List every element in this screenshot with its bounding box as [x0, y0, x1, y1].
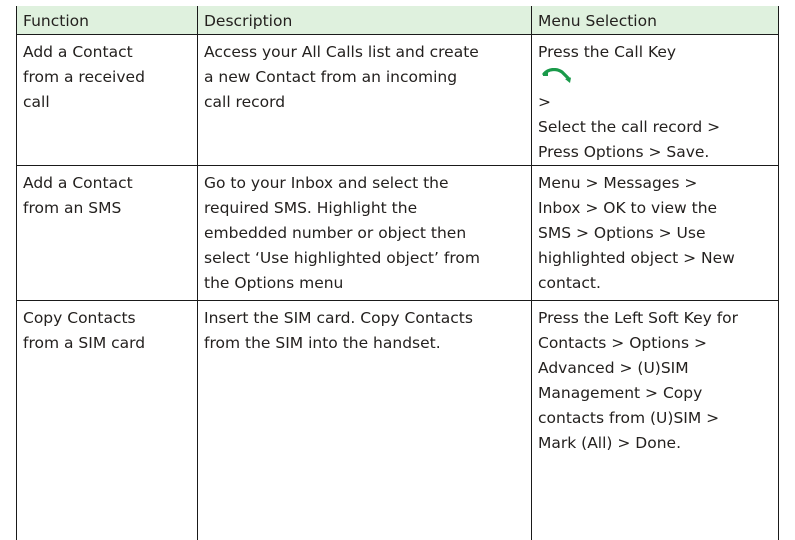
table-row: Add a Contact from a received call Acces… [17, 35, 779, 166]
cell-line: from a SIM card [23, 331, 191, 356]
header-row: Function Description Menu Selection [17, 6, 779, 35]
cell-line: from the SIM into the handset. [204, 331, 525, 356]
cell-line: Add a Contact [23, 40, 191, 65]
cell-line: call record [204, 90, 525, 115]
function-cell: Copy Contacts from a SIM card [17, 301, 198, 540]
cell-line: Copy Contacts [23, 306, 191, 331]
menu-selection-cell: Press the Call Key > Select the call reco… [532, 35, 779, 166]
cell-line: SMS > Options > Use [538, 221, 772, 246]
cell-line: Mark (All) > Done. [538, 431, 772, 456]
description-cell: Go to your Inbox and select the required… [198, 166, 532, 301]
cell-line: Management > Copy [538, 381, 772, 406]
cell-line: Menu > Messages > [538, 171, 772, 196]
menu-selection-cell: Menu > Messages > Inbox > OK to view the… [532, 166, 779, 301]
function-cell: Add a Contact from an SMS [17, 166, 198, 301]
cell-text: > [538, 90, 772, 115]
header-function: Function [17, 6, 198, 35]
cell-line: call [23, 90, 191, 115]
feature-table: Function Description Menu Selection Add … [16, 6, 779, 540]
cell-line: from an SMS [23, 196, 191, 221]
cell-line: Go to your Inbox and select the [204, 171, 525, 196]
cell-line: highlighted object > New [538, 246, 772, 271]
cell-line: Press Options > Save. [538, 140, 772, 165]
cell-line: Add a Contact [23, 171, 191, 196]
description-cell: Insert the SIM card. Copy Contacts from … [198, 301, 532, 540]
table-row: Add a Contact from an SMS Go to your Inb… [17, 166, 779, 301]
function-cell: Add a Contact from a received call [17, 35, 198, 166]
cell-line: Insert the SIM card. Copy Contacts [204, 306, 525, 331]
description-cell: Access your All Calls list and create a … [198, 35, 532, 166]
cell-line: Contacts > Options > [538, 331, 772, 356]
cell-line: contacts from (U)SIM > [538, 406, 772, 431]
table-row: Copy Contacts from a SIM card Insert the… [17, 301, 779, 540]
cell-line: Press the Call Key > [538, 40, 772, 115]
cell-line: Access your All Calls list and create [204, 40, 525, 65]
cell-line: Select the call record > [538, 115, 772, 140]
header-description: Description [198, 6, 532, 35]
phone-handset-icon [542, 68, 572, 84]
cell-line: select ‘Use highlighted object’ from [204, 246, 525, 271]
cell-line: Press the Left Soft Key for [538, 306, 772, 331]
cell-line: embedded number or object then [204, 221, 525, 246]
cell-line: required SMS. Highlight the [204, 196, 525, 221]
cell-line: Advanced > (U)SIM [538, 356, 772, 381]
header-menu-selection: Menu Selection [532, 6, 779, 35]
cell-line: the Options menu [204, 271, 525, 296]
cell-text: Press the Call Key [538, 40, 772, 65]
cell-line: Inbox > OK to view the [538, 196, 772, 221]
cell-line: contact. [538, 271, 772, 296]
cell-line: from a received [23, 65, 191, 90]
cell-line: a new Contact from an incoming [204, 65, 525, 90]
menu-selection-cell: Press the Left Soft Key for Contacts > O… [532, 301, 779, 540]
